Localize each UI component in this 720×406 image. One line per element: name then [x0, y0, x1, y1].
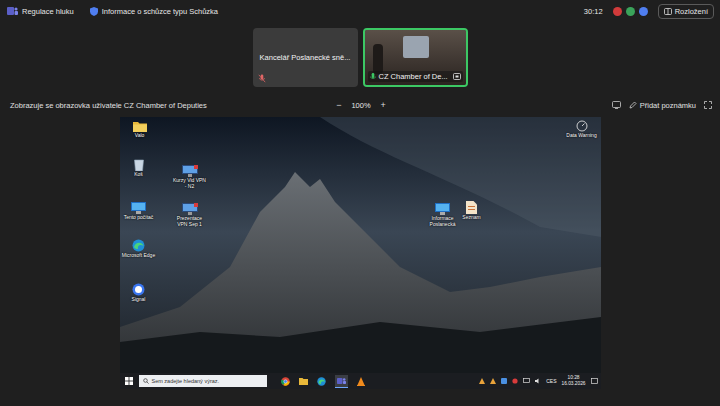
input-language[interactable]: CES — [546, 378, 556, 384]
pen-icon — [629, 101, 637, 109]
desktop-icon[interactable]: Seznam — [454, 201, 490, 221]
zoom-out-button[interactable]: − — [334, 101, 343, 110]
desktop-icon[interactable]: Kurzy Vid VPN - N2 — [172, 165, 208, 190]
fullscreen-icon[interactable] — [704, 101, 712, 109]
desktop-icon[interactable]: Microsoft Edge — [121, 239, 157, 259]
zoom-controls: −100% + — [334, 101, 388, 110]
windows-start-icon[interactable] — [125, 377, 133, 385]
tray-icon[interactable] — [490, 378, 496, 384]
taskbar-search[interactable]: Sem zadejte hledaný výraz. — [139, 375, 267, 387]
title-bar: Regulace hluku Informace o schůzce typu S… — [0, 0, 720, 22]
tray-icon[interactable] — [501, 378, 507, 384]
status-icon[interactable] — [626, 7, 635, 16]
folder-icon — [133, 120, 147, 132]
taskbar: Sem zadejte hledaný výraz. CES 10:2816.03.… — [120, 373, 601, 389]
participant-tile[interactable]: CZ Chamber of De... — [363, 28, 468, 87]
desktop-icon[interactable]: Tento počítač — [121, 202, 157, 221]
meeting-title: Regulace hluku — [22, 7, 74, 16]
status-icon[interactable] — [639, 7, 648, 16]
desktop-icon[interactable]: Prezentace VPN Sep 1 — [172, 203, 208, 228]
zoom-level: 100% — [351, 101, 370, 110]
recycle-bin-icon — [133, 158, 145, 171]
meeting-timer: 30:12 — [584, 7, 603, 16]
meeting-window: Regulace hluku Informace o schůzce typu S… — [0, 0, 720, 406]
signal-icon — [132, 283, 145, 296]
computer-icon — [131, 202, 146, 214]
desktop-icon[interactable]: Informace Poslanecká — [425, 203, 461, 228]
participant-strip: Kancelář Poslanecké sně... CZ Chamber of … — [0, 28, 720, 87]
teams-taskbar-icon[interactable] — [335, 375, 348, 388]
participant-name: Kancelář Poslanecké sně... — [258, 52, 353, 63]
tray-icon[interactable] — [479, 378, 485, 384]
teams-icon — [7, 6, 18, 16]
zoom-in-button[interactable]: + — [379, 101, 388, 110]
edge-icon — [132, 239, 145, 252]
notification-icon[interactable] — [591, 378, 598, 385]
shared-screen: Valo Koš Kurzy Vid VPN - N2 Tento počítač Pr… — [120, 117, 601, 389]
desktop-icon[interactable]: Signal — [121, 283, 157, 303]
desktop-icon[interactable]: Valo — [122, 120, 158, 139]
popout-icon[interactable] — [612, 101, 621, 109]
muted-mic-icon — [258, 74, 266, 83]
mic-icon — [370, 73, 376, 81]
shield-icon — [90, 7, 98, 16]
edge-taskbar-icon[interactable] — [317, 377, 326, 386]
share-label: Zobrazuje se obrazovka uživatele CZ Cham… — [10, 101, 334, 110]
layout-icon — [664, 8, 672, 15]
share-toolbar: Zobrazuje se obrazovka uživatele CZ Cham… — [0, 97, 720, 113]
annotate-button[interactable]: Přidat poznámku — [629, 101, 696, 110]
desktop-icon[interactable]: Koš — [121, 158, 157, 178]
tray-icon[interactable] — [512, 378, 518, 384]
status-icon[interactable] — [613, 7, 622, 16]
wallpaper — [120, 117, 601, 373]
vlc-icon[interactable] — [357, 377, 365, 386]
share-tray-icon — [453, 73, 461, 80]
meeting-info-link[interactable]: Informace o schůzce typu Schůzka — [102, 7, 218, 16]
monitor-shortcut-icon — [182, 203, 198, 215]
computer-icon — [435, 203, 450, 215]
taskbar-apps — [281, 375, 365, 388]
system-tray: CES 10:2816.03.2026 — [479, 375, 597, 387]
desktop: Valo Koš Kurzy Vid VPN - N2 Tento počítač Pr… — [120, 117, 601, 373]
monitor-shortcut-icon — [182, 165, 198, 177]
taskbar-clock[interactable]: 10:2816.03.2026 — [561, 375, 585, 387]
participant-tile[interactable]: Kancelář Poslanecké sně... — [253, 28, 358, 87]
desktop-widget[interactable]: Data Warning — [564, 120, 600, 139]
document-icon — [466, 201, 477, 214]
explorer-icon[interactable] — [299, 377, 308, 385]
volume-icon[interactable] — [535, 378, 541, 384]
gauge-icon — [576, 120, 588, 132]
layout-button[interactable]: Rozložení — [658, 4, 714, 19]
search-icon — [143, 378, 149, 384]
chrome-icon[interactable] — [281, 377, 290, 386]
network-icon[interactable] — [523, 378, 530, 384]
participant-name: CZ Chamber of De... — [368, 71, 463, 82]
